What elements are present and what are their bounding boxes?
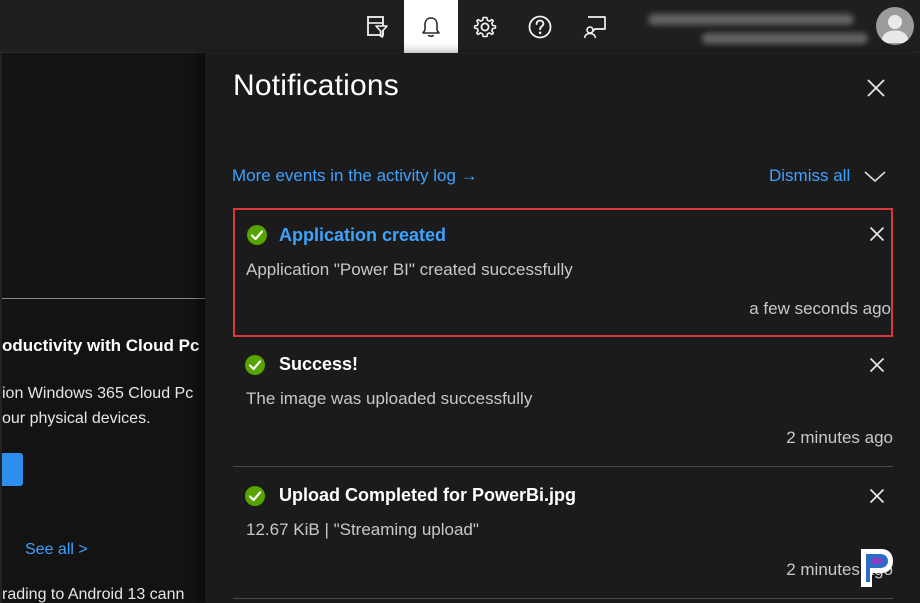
activity-log-link[interactable]: More events in the activity log →	[232, 166, 478, 186]
notification-title: Success!	[279, 354, 359, 374]
notifications-panel: Notifications More events in the activit…	[205, 53, 920, 603]
feedback-icon	[583, 15, 606, 38]
notification-description: The image was uploaded successfully	[246, 389, 533, 408]
watermark-logo-icon	[861, 549, 893, 587]
close-icon	[867, 79, 885, 97]
promo-heading: oductivity with Cloud Pc	[2, 336, 200, 355]
dismiss-all-button[interactable]: Dismiss all	[769, 166, 850, 186]
gear-icon	[473, 16, 497, 37]
notification-item[interactable]: Upload Completed for PowerBi.jpg 12.67 K…	[233, 472, 893, 598]
success-check-icon	[247, 225, 267, 245]
top-bar	[0, 0, 920, 53]
notification-description: Application "Power BI" created successfu…	[246, 260, 573, 279]
help-button[interactable]	[513, 0, 567, 53]
feedback-button[interactable]	[568, 0, 622, 53]
promo-text-line: ion Windows 365 Cloud Pc	[2, 385, 194, 402]
dismiss-notification-button[interactable]	[867, 224, 887, 244]
background-page: oductivity with Cloud Pc ion Windows 365…	[0, 53, 205, 603]
close-panel-button[interactable]	[863, 75, 889, 101]
account-info[interactable]	[640, 8, 872, 48]
portal-window: oductivity with Cloud Pc ion Windows 365…	[0, 0, 920, 603]
notification-time: 2 minutes ago	[786, 428, 893, 447]
notification-separator	[233, 598, 893, 599]
chevron-down-icon	[864, 171, 886, 183]
success-check-icon	[245, 486, 265, 506]
panel-title: Notifications	[233, 69, 400, 102]
notifications-button[interactable]	[404, 0, 458, 53]
account-directory-blurred	[702, 33, 868, 44]
directory-filter-icon	[367, 15, 388, 38]
see-all-link[interactable]: See all >	[25, 541, 88, 559]
success-check-icon	[245, 355, 265, 375]
promo-action-button[interactable]	[2, 453, 23, 486]
notification-separator	[233, 466, 893, 467]
avatar[interactable]	[876, 7, 914, 45]
close-icon	[869, 488, 885, 504]
notification-time: a few seconds ago	[749, 299, 891, 318]
help-icon	[528, 15, 552, 38]
notification-description: 12.67 KiB | "Streaming upload"	[246, 520, 479, 539]
notification-item[interactable]: Application created Application "Power B…	[233, 208, 893, 337]
notification-item[interactable]: Success! The image was uploaded successf…	[233, 341, 893, 465]
notification-title[interactable]: Application created	[279, 225, 446, 246]
dismiss-notification-button[interactable]	[867, 486, 887, 506]
account-email-blurred	[648, 14, 854, 25]
notification-title: Upload Completed for PowerBi.jpg	[279, 485, 577, 505]
settings-button[interactable]	[458, 0, 512, 53]
person-icon	[881, 15, 909, 43]
close-icon	[869, 357, 885, 373]
divider	[2, 298, 205, 299]
dismiss-notification-button[interactable]	[867, 355, 887, 375]
close-icon	[869, 226, 885, 242]
dismiss-options-toggle[interactable]	[863, 166, 887, 186]
directory-filter-button[interactable]	[350, 0, 404, 53]
news-item-text[interactable]: rading to Android 13 cann	[2, 586, 205, 603]
promo-text-line: our physical devices.	[2, 410, 151, 427]
bell-icon	[422, 16, 440, 37]
